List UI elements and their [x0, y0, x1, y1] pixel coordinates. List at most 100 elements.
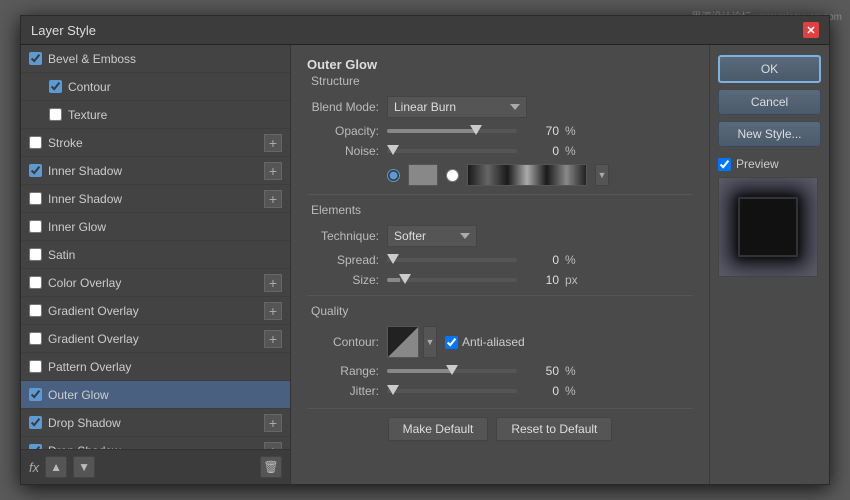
jitter-unit: %	[565, 384, 581, 398]
spread-unit: %	[565, 253, 581, 267]
layer-item-gradient-overlay-1[interactable]: Gradient Overlay +	[21, 297, 290, 325]
gradient-preview[interactable]	[467, 164, 587, 186]
noise-unit: %	[565, 144, 581, 158]
layer-item-gradient-overlay-2[interactable]: Gradient Overlay +	[21, 325, 290, 353]
checkbox-drop-shadow-2[interactable]	[29, 444, 42, 449]
preview-checkbox[interactable]	[718, 158, 731, 171]
layer-item-inner-shadow-2[interactable]: Inner Shadow +	[21, 185, 290, 213]
delete-button[interactable]: 🗑	[260, 456, 282, 478]
noise-slider[interactable]	[387, 149, 517, 153]
spread-slider[interactable]	[387, 258, 517, 262]
checkbox-bevel-emboss[interactable]	[29, 52, 42, 65]
gradient-arrow-button[interactable]: ▼	[595, 164, 609, 186]
label-inner-shadow-1: Inner Shadow	[48, 164, 264, 178]
elements-label: Elements	[307, 203, 693, 217]
spread-label: Spread:	[307, 253, 387, 267]
add-stroke-button[interactable]: +	[264, 134, 282, 152]
opacity-slider[interactable]	[387, 129, 517, 133]
new-style-button[interactable]: New Style...	[718, 121, 821, 147]
anti-aliased-checkbox-label[interactable]: Anti-aliased	[445, 335, 525, 349]
add-color-overlay-button[interactable]: +	[264, 274, 282, 292]
cancel-button[interactable]: Cancel	[718, 89, 821, 115]
checkbox-satin[interactable]	[29, 248, 42, 261]
ok-button[interactable]: OK	[718, 55, 821, 83]
layer-item-satin[interactable]: Satin	[21, 241, 290, 269]
jitter-value: 0	[523, 384, 559, 398]
add-drop-shadow-2-button[interactable]: +	[264, 442, 282, 450]
move-up-button[interactable]: ▲	[45, 456, 67, 478]
add-inner-shadow-2-button[interactable]: +	[264, 190, 282, 208]
jitter-row: Jitter: 0 %	[307, 384, 693, 398]
contour-label: Contour:	[307, 335, 387, 349]
checkbox-inner-shadow-2[interactable]	[29, 192, 42, 205]
layer-item-contour[interactable]: Contour	[21, 73, 290, 101]
label-bevel-emboss: Bevel & Emboss	[48, 52, 282, 66]
jitter-label: Jitter:	[307, 384, 387, 398]
contour-preview[interactable]	[387, 326, 419, 358]
layer-item-bevel-emboss[interactable]: Bevel & Emboss	[21, 45, 290, 73]
layer-item-inner-glow[interactable]: Inner Glow	[21, 213, 290, 241]
center-panel: Outer Glow Structure Blend Mode: Linear …	[291, 45, 709, 484]
range-row: Range: 50 %	[307, 364, 693, 378]
reset-to-default-button[interactable]: Reset to Default	[496, 417, 612, 441]
add-gradient-overlay-1-button[interactable]: +	[264, 302, 282, 320]
range-label: Range:	[307, 364, 387, 378]
quality-label: Quality	[307, 304, 693, 318]
range-slider[interactable]	[387, 369, 517, 373]
color-row: ▼	[307, 164, 693, 186]
checkbox-contour[interactable]	[49, 80, 62, 93]
layer-item-stroke[interactable]: Stroke +	[21, 129, 290, 157]
layer-item-outer-glow[interactable]: Outer Glow	[21, 381, 290, 409]
checkbox-pattern-overlay[interactable]	[29, 360, 42, 373]
add-inner-shadow-1-button[interactable]: +	[264, 162, 282, 180]
checkbox-gradient-overlay-1[interactable]	[29, 304, 42, 317]
solid-color-radio[interactable]	[387, 169, 400, 182]
checkbox-gradient-overlay-2[interactable]	[29, 332, 42, 345]
layer-item-drop-shadow-1[interactable]: Drop Shadow +	[21, 409, 290, 437]
layer-item-drop-shadow-2[interactable]: Drop Shadow +	[21, 437, 290, 449]
checkbox-stroke[interactable]	[29, 136, 42, 149]
technique-select[interactable]: Softer Precise	[387, 225, 477, 247]
checkbox-color-overlay[interactable]	[29, 276, 42, 289]
checkbox-inner-shadow-1[interactable]	[29, 164, 42, 177]
anti-aliased-checkbox[interactable]	[445, 336, 458, 349]
label-inner-shadow-2: Inner Shadow	[48, 192, 264, 206]
section-title: Outer Glow	[307, 57, 693, 72]
layer-item-texture[interactable]: Texture	[21, 101, 290, 129]
checkbox-outer-glow[interactable]	[29, 388, 42, 401]
checkbox-inner-glow[interactable]	[29, 220, 42, 233]
jitter-slider[interactable]	[387, 389, 517, 393]
range-value: 50	[523, 364, 559, 378]
anti-aliased-row: Anti-aliased	[445, 335, 525, 349]
checkbox-texture[interactable]	[49, 108, 62, 121]
label-inner-glow: Inner Glow	[48, 220, 282, 234]
add-gradient-overlay-2-button[interactable]: +	[264, 330, 282, 348]
layer-item-inner-shadow-1[interactable]: Inner Shadow +	[21, 157, 290, 185]
label-contour: Contour	[68, 80, 282, 94]
fx-label: fx	[29, 460, 39, 475]
layer-item-pattern-overlay[interactable]: Pattern Overlay	[21, 353, 290, 381]
layer-item-color-overlay[interactable]: Color Overlay +	[21, 269, 290, 297]
label-stroke: Stroke	[48, 136, 264, 150]
size-slider[interactable]	[387, 278, 517, 282]
noise-slider-container: 0 %	[387, 144, 693, 158]
label-gradient-overlay-2: Gradient Overlay	[48, 332, 264, 346]
checkbox-drop-shadow-1[interactable]	[29, 416, 42, 429]
opacity-unit: %	[565, 124, 581, 138]
size-row: Size: 10 px	[307, 273, 693, 287]
gradient-radio[interactable]	[446, 169, 459, 182]
layer-footer: fx ▲ ▼ 🗑	[21, 449, 290, 484]
spread-row: Spread: 0 %	[307, 253, 693, 267]
close-button[interactable]: ✕	[803, 22, 819, 38]
contour-dropdown-arrow[interactable]: ▼	[423, 326, 437, 358]
preview-checkbox-label[interactable]: Preview	[718, 157, 821, 171]
add-drop-shadow-1-button[interactable]: +	[264, 414, 282, 432]
divider-1	[307, 194, 693, 195]
label-drop-shadow-2: Drop Shadow	[48, 444, 264, 450]
make-default-button[interactable]: Make Default	[388, 417, 489, 441]
color-swatch[interactable]	[408, 164, 438, 186]
blend-mode-select[interactable]: Linear Burn Normal Multiply Screen	[387, 96, 527, 118]
move-down-button[interactable]: ▼	[73, 456, 95, 478]
opacity-slider-container: 70 %	[387, 124, 693, 138]
noise-value: 0	[523, 144, 559, 158]
